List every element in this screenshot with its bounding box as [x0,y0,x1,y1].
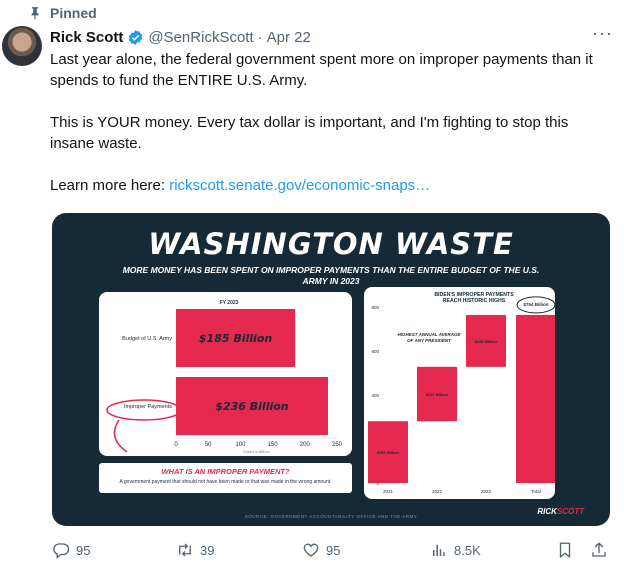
author-name[interactable]: Rick Scott [50,29,123,46]
pin-icon [31,7,39,20]
learn-more-label: Learn more here: [50,177,170,194]
chart1-x-axis-label: Dollars in Billions [243,450,270,454]
pinned-text: Pinned [50,5,97,21]
infographic-source: SOURCE: GOVERNMENT ACCOUNTABILITY OFFICE… [244,514,418,519]
chart1-category-label: Budget of U.S. Army [122,336,172,342]
tweet-date[interactable]: Apr 22 [267,29,311,46]
chart1-tick-label: 50 [205,442,212,448]
views-button[interactable]: 8.5K [430,540,481,560]
pinned-label: Pinned [28,4,97,22]
share-icon [592,542,606,557]
chart2-data-label: $247 Billion [426,392,449,397]
verified-badge-icon[interactable] [127,29,144,46]
chart1-data-label: $236 Billion [215,400,288,413]
tweet-header: Rick Scott @SenRickScott · Apr 22 [50,27,311,47]
chart2-bar [516,314,555,483]
views-count: 8.5K [454,542,481,558]
chart2-data-label: $236 Billion [475,339,498,344]
separator-dot: · [257,28,263,46]
bookmark-button[interactable] [556,540,574,560]
improper-payment-answer: A government payment that should not hav… [119,479,332,485]
improper-payment-question: WHAT IS AN IMPROPER PAYMENT? [161,467,290,476]
logo-part-1: RICK [537,507,557,516]
chart2-category-label: Total [531,489,541,494]
rick-scott-logo: RICKSCOTT [537,507,584,516]
like-button[interactable]: 95 [302,540,340,560]
chart1-tick-label: 250 [332,442,343,448]
chart2-category-label: 2023 [481,489,492,494]
chart2-tick-label: 600 [371,349,379,354]
chart1-title: FY 2023 [220,300,239,306]
chart2-tick-label: 400 [371,393,379,398]
improper-payment-definition: WHAT IS AN IMPROPER PAYMENT? A governmen… [99,463,352,493]
heart-icon [303,543,319,557]
chart2-data-label: $764 Billion [523,302,548,307]
chart2-annotation-line: OF ANY PRESIDENT [407,338,452,343]
avatar[interactable] [2,26,42,66]
chart2-title-line: REACH HISTORIC HIGHS [443,298,506,304]
share-button[interactable] [590,540,608,560]
infographic-title: WASHINGTON WASTE [148,227,514,261]
chart1-data-label: $185 Billion [199,332,272,345]
army-vs-improper-svg: FY 2023 Budget of U.S. Army $185 Billion Im… [106,300,343,454]
views-icon [433,544,445,556]
logo-part-2: SCOTT [556,507,584,516]
chart1-tick-label: 100 [235,442,246,448]
waterfall-svg: BIDEN'S IMPROPER PAYMENTS REACH HISTORIC … [368,292,555,494]
chart2-data-label: $281 Billion [377,450,400,455]
repost-count: 39 [200,542,215,558]
tweet-text: Last year alone, the federal government … [50,49,610,196]
like-count: 95 [326,542,341,558]
tweet-media-image[interactable]: WASHINGTON WASTE More money has been spe… [52,213,610,526]
annotation-arrow [113,419,128,453]
improper-payments-circle [106,399,182,421]
chart2-category-label: 2022 [432,489,443,494]
tweet-paragraph-1: Last year alone, the federal government … [50,51,593,89]
author-handle[interactable]: @SenRickScott [148,29,253,46]
tweet-paragraph-2: This is YOUR money. Every tax dollar is … [50,114,569,152]
chart1-category-label: Improper Payments [124,404,172,410]
chart1-tick-label: 150 [268,442,279,448]
improper-payments-waterfall-chart: BIDEN'S IMPROPER PAYMENTS REACH HISTORIC … [364,287,555,499]
chart2-annotation: HIGHEST ANNUAL AVERAGE OF ANY PRESIDENT [397,332,461,343]
more-options-icon[interactable]: ··· [592,24,612,47]
chart2-category-label: 2021 [383,489,394,494]
chart2-tick-label: 800 [371,305,379,310]
chart2-title: BIDEN'S IMPROPER PAYMENTS REACH HISTORIC … [434,292,514,304]
chart2-annotation-line: HIGHEST ANNUAL AVERAGE [397,332,461,337]
tweet-link[interactable]: rickscott.senate.gov/economic-snaps… [169,177,430,194]
repost-icon [179,543,191,557]
chart1-tick-label: 200 [300,442,311,448]
tweet-paragraph-3: Learn more here: rickscott.senate.gov/ec… [50,175,610,196]
repost-button[interactable]: 39 [176,540,214,560]
reply-icon [53,543,70,559]
army-vs-improper-chart: FY 2023 Budget of U.S. Army $185 Billion Im… [99,292,352,456]
infographic-subtitle: More money has been spent on improper pa… [122,265,540,286]
reply-count: 95 [76,542,91,558]
chart1-tick-label: 0 [174,442,178,448]
reply-button[interactable]: 95 [52,540,90,560]
bookmark-icon [559,542,571,559]
tweet-actions: 95 39 95 8.5K [52,540,612,560]
